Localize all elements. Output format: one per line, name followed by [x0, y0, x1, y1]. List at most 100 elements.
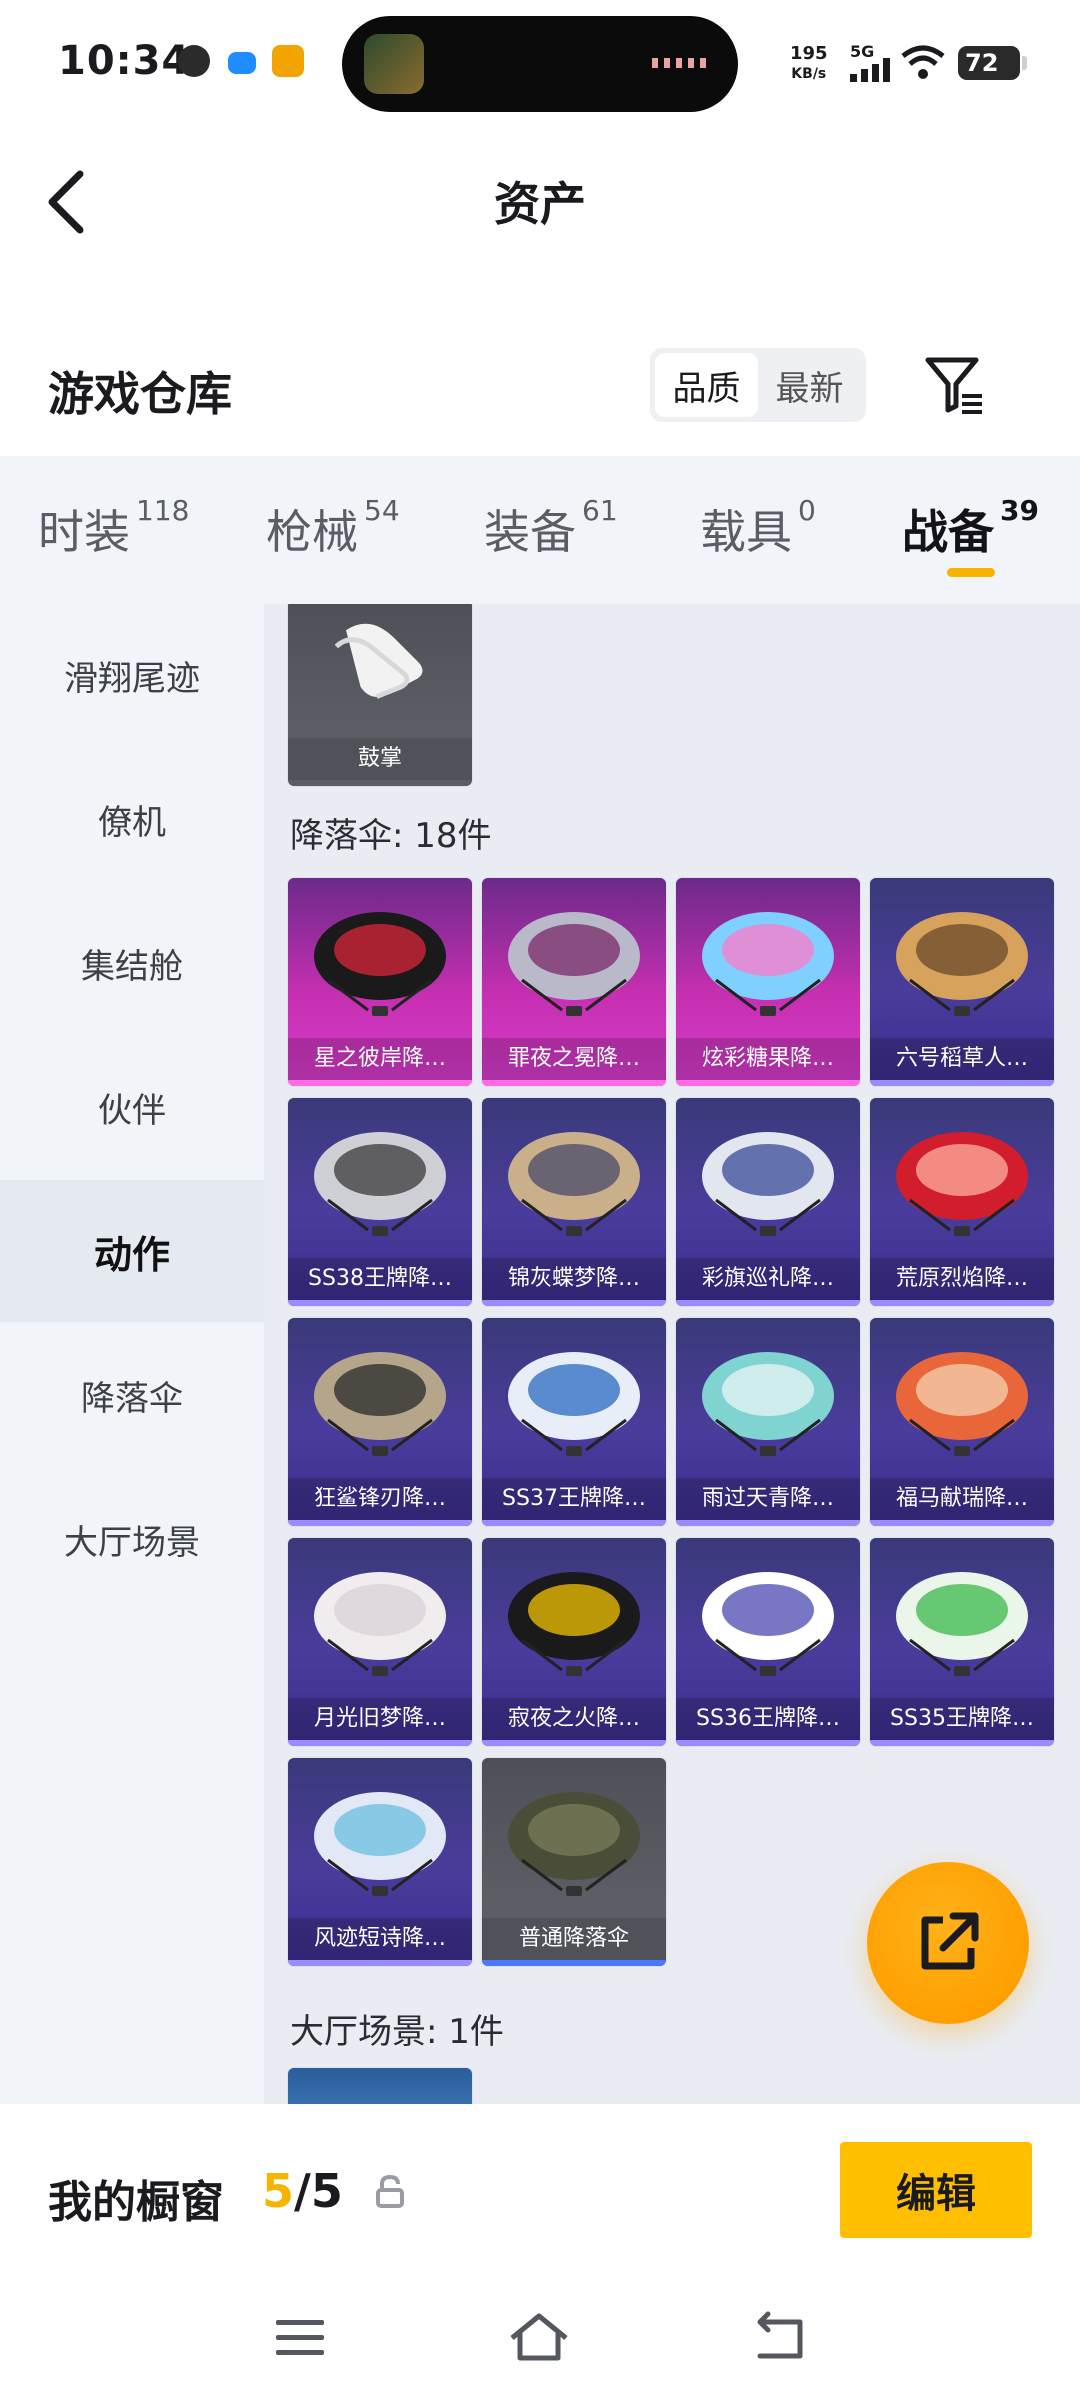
parachute-art-icon — [896, 1352, 1028, 1456]
wifi-icon — [901, 45, 945, 79]
rarity-bar — [676, 1080, 860, 1086]
sidebar-item-lobby-scene[interactable]: 大厅场景 — [0, 1468, 264, 1610]
parachute-card[interactable]: SS36王牌降… — [676, 1538, 860, 1746]
parachute-art-icon — [508, 912, 640, 1016]
sidebar-item-emote[interactable]: 动作 — [0, 1180, 264, 1322]
parachute-art-icon — [508, 1572, 640, 1676]
game-thumbnail-icon — [364, 34, 424, 94]
parachute-card[interactable]: 罪夜之冕降… — [482, 878, 666, 1086]
item-card-clap[interactable]: 鼓掌 — [288, 604, 472, 786]
parachute-card[interactable]: 月光旧梦降… — [288, 1538, 472, 1746]
showcase-current: 5 — [262, 2164, 295, 2218]
lobby-section-header: 大厅场景: 1件 — [290, 2012, 504, 2052]
sort-newest-button[interactable]: 最新 — [758, 353, 861, 417]
parachute-art-icon — [314, 1792, 446, 1896]
parachute-card-label: SS35王牌降… — [870, 1698, 1054, 1740]
parachute-art-icon — [314, 912, 446, 1016]
rarity-bar — [870, 1080, 1054, 1086]
tab-label: 时装 — [38, 505, 130, 559]
rarity-bar — [870, 1520, 1054, 1526]
tab-guns[interactable]: 枪械 54 — [266, 494, 400, 562]
parachute-card[interactable]: 风迹短诗降… — [288, 1758, 472, 1966]
parachute-card[interactable]: 狂鲨锋刃降… — [288, 1318, 472, 1526]
parachute-card[interactable]: 炫彩糖果降… — [676, 878, 860, 1086]
parachute-art-icon — [702, 1352, 834, 1456]
parachute-art-icon — [896, 1572, 1028, 1676]
clap-hands-icon — [334, 623, 423, 699]
parachute-art-icon — [702, 912, 834, 1016]
tab-vehicles[interactable]: 载具 0 — [700, 494, 816, 562]
parachute-art-icon — [896, 912, 1028, 1016]
back-nav-icon[interactable] — [746, 2308, 816, 2368]
parachute-card[interactable]: 星之彼岸降… — [288, 878, 472, 1086]
parachute-card-label: SS38王牌降… — [288, 1258, 472, 1300]
rarity-bar — [482, 1740, 666, 1746]
parachute-card-label: 寂夜之火降… — [482, 1698, 666, 1740]
parachute-card[interactable]: 雨过天青降… — [676, 1318, 860, 1526]
parachute-card[interactable]: 六号稻草人… — [870, 878, 1054, 1086]
parachute-card[interactable]: 福马献瑞降… — [870, 1318, 1054, 1526]
sidebar-item-glide-trail[interactable]: 滑翔尾迹 — [0, 604, 264, 746]
sidebar-item-parachute[interactable]: 降落伞 — [0, 1324, 264, 1466]
tab-count: 61 — [582, 494, 618, 527]
warehouse-title: 游戏仓库 — [48, 367, 232, 421]
parachute-card-label: SS37王牌降… — [482, 1478, 666, 1520]
parachute-card[interactable]: 普通降落伞 — [482, 1758, 666, 1966]
item-card-lobby-scene[interactable] — [288, 2068, 472, 2104]
showcase-label: 我的橱窗 — [48, 2177, 224, 2228]
home-icon[interactable] — [504, 2308, 574, 2368]
tab-count: 0 — [798, 494, 816, 527]
parachute-card-label: 彩旗巡礼降… — [676, 1258, 860, 1300]
parachute-card-label: 风迹短诗降… — [288, 1918, 472, 1960]
sidebar-item-assembly-pod[interactable]: 集结舱 — [0, 892, 264, 1034]
tab-label: 装备 — [484, 505, 576, 559]
status-time: 10:34 — [58, 38, 191, 84]
parachute-card[interactable]: SS37王牌降… — [482, 1318, 666, 1526]
parachute-card-label: 罪夜之冕降… — [482, 1038, 666, 1080]
parachute-card-label: SS36王牌降… — [676, 1698, 860, 1740]
tab-count: 54 — [364, 494, 400, 527]
tab-war-prep[interactable]: 战备 39 — [902, 494, 1039, 562]
parachute-art-icon — [896, 1132, 1028, 1236]
sort-quality-button[interactable]: 品质 — [655, 353, 758, 417]
parachute-art-icon — [508, 1352, 640, 1456]
parachute-card[interactable]: SS38王牌降… — [288, 1098, 472, 1306]
sidebar: 滑翔尾迹 僚机 集结舱 伙伴 动作 降落伞 大厅场景 — [0, 604, 264, 2104]
rarity-bar — [288, 1080, 472, 1086]
parachute-card[interactable]: 荒原烈焰降… — [870, 1098, 1054, 1306]
parachute-card[interactable]: 彩旗巡礼降… — [676, 1098, 860, 1306]
parachute-card[interactable]: SS35王牌降… — [870, 1538, 1054, 1746]
rarity-bar — [288, 1520, 472, 1526]
rarity-bar — [870, 1740, 1054, 1746]
rarity-bar — [482, 1520, 666, 1526]
parachute-art-icon — [702, 1572, 834, 1676]
lock-icon — [376, 2174, 404, 2208]
sort-toggle: 品质 最新 — [650, 348, 866, 422]
sidebar-item-companion[interactable]: 伙伴 — [0, 1036, 264, 1178]
edit-button[interactable]: 编辑 — [840, 2142, 1032, 2238]
tab-equipment[interactable]: 装备 61 — [484, 494, 618, 562]
parachute-card[interactable]: 寂夜之火降… — [482, 1538, 666, 1746]
rarity-bar — [482, 1300, 666, 1306]
rarity-bar — [288, 1300, 472, 1306]
tab-label: 载具 — [700, 505, 792, 559]
sidebar-item-wingman[interactable]: 僚机 — [0, 748, 264, 890]
rarity-bar — [676, 1740, 860, 1746]
rarity-bar — [482, 1080, 666, 1086]
tab-fashion[interactable]: 时装 118 — [38, 494, 190, 562]
rarity-bar — [676, 1300, 860, 1306]
page-title: 资产 — [494, 177, 586, 231]
parachute-card[interactable]: 锦灰蝶梦降… — [482, 1098, 666, 1306]
showcase-separator: / — [294, 2164, 311, 2218]
rarity-bar — [288, 1960, 472, 1966]
parachute-card-label: 狂鲨锋刃降… — [288, 1478, 472, 1520]
share-fab-button[interactable] — [867, 1862, 1029, 2024]
parachute-art-icon — [508, 1132, 640, 1236]
rarity-bar — [870, 1300, 1054, 1306]
dynamic-island[interactable] — [342, 16, 738, 112]
globe-icon — [178, 45, 210, 77]
menu-icon[interactable] — [266, 2308, 336, 2368]
net-speed: 195 KB/s — [790, 44, 828, 84]
tab-count: 118 — [136, 494, 190, 527]
filter-icon[interactable] — [922, 352, 988, 418]
